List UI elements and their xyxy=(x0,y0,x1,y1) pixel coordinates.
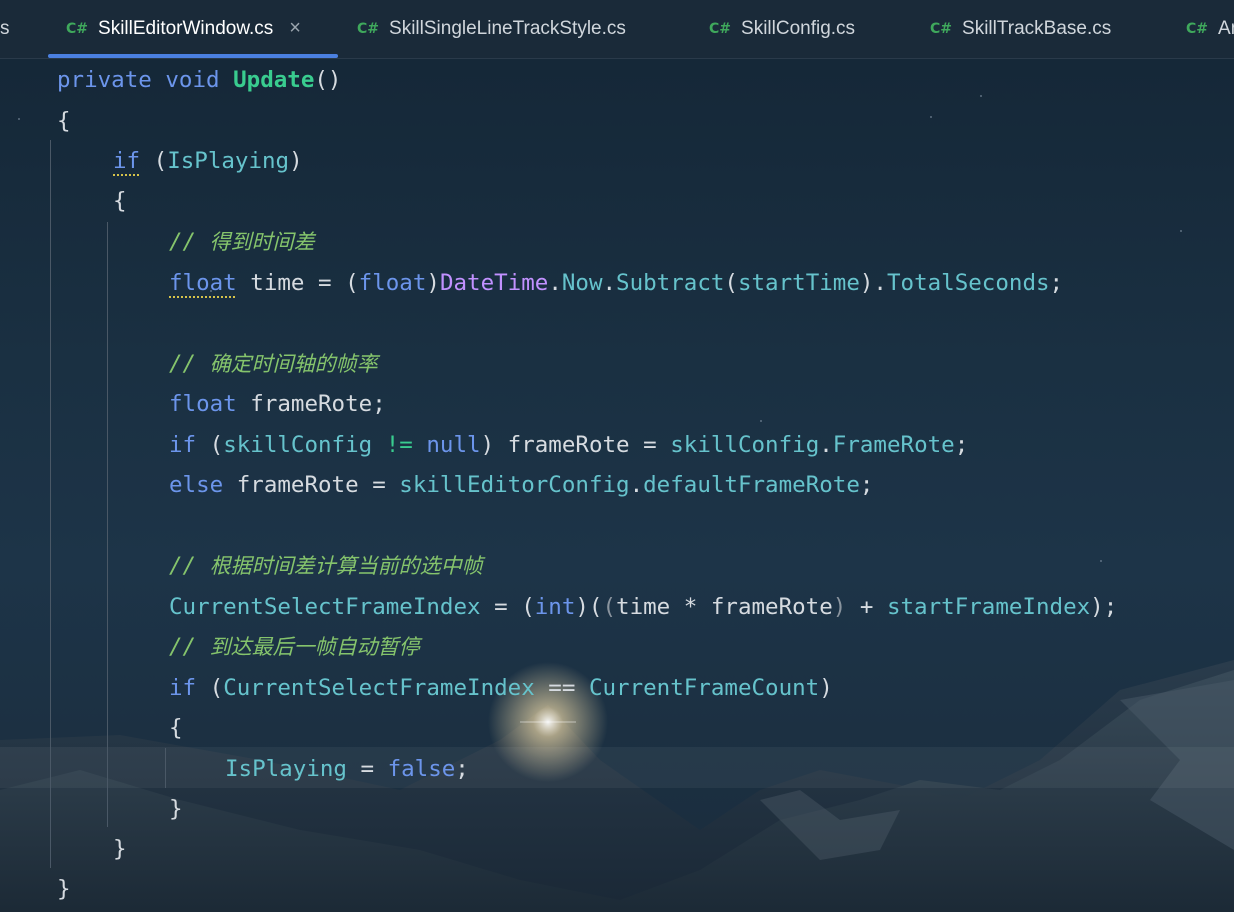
code-line-1: private void Update() xyxy=(57,67,342,93)
code-line-21: } xyxy=(57,876,71,902)
indent-guide xyxy=(50,140,51,868)
tab-partial-left[interactable]: s xyxy=(0,0,10,57)
code-line-3: if (IsPlaying) xyxy=(113,148,303,174)
code-line-15-comment: // 到达最后一帧自动暂停 xyxy=(169,634,420,660)
close-icon[interactable]: × xyxy=(289,17,301,40)
code-line-8-comment: // 确定时间轴的帧率 xyxy=(169,351,378,377)
code-line-6: float time = (float)DateTime.Now.Subtrac… xyxy=(169,270,1064,296)
csharp-file-icon: C# xyxy=(930,20,953,37)
indent-guide xyxy=(165,748,166,788)
csharp-file-icon: C# xyxy=(709,20,732,37)
tab-skill-editor-window[interactable]: C# SkillEditorWindow.cs × xyxy=(66,0,301,57)
editor-tab-bar: s C# SkillEditorWindow.cs × C# SkillSing… xyxy=(0,0,1234,59)
code-line-13-comment: // 根据时间差计算当前的选中帧 xyxy=(169,553,483,579)
csharp-file-icon: C# xyxy=(66,20,89,37)
tab-label: SkillEditorWindow.cs xyxy=(98,17,274,39)
csharp-file-icon: C# xyxy=(1186,20,1209,37)
code-line-17: { xyxy=(169,715,183,741)
code-line-9: float frameRote; xyxy=(169,391,386,417)
code-line-10: if (skillConfig != null) frameRote = ski… xyxy=(169,432,969,458)
code-line-11: else frameRote = skillEditorConfig.defau… xyxy=(169,472,874,498)
tab-skill-track-base[interactable]: C# SkillTrackBase.cs xyxy=(930,0,1111,57)
tab-label: SkillTrackBase.cs xyxy=(962,17,1112,39)
code-line-14: CurrentSelectFrameIndex = (int)((time * … xyxy=(169,594,1118,620)
tab-label: An xyxy=(1218,17,1234,39)
tab-skill-config[interactable]: C# SkillConfig.cs xyxy=(709,0,855,57)
code-line-20: } xyxy=(113,836,127,862)
code-line-18: IsPlaying = false; xyxy=(225,756,469,782)
tab-truncated[interactable]: C# An xyxy=(1186,0,1234,57)
code-line-2: { xyxy=(57,108,71,134)
csharp-file-icon: C# xyxy=(357,20,380,37)
code-line-19: } xyxy=(169,796,183,822)
code-line-4: { xyxy=(113,188,127,214)
code-line-5-comment: // 得到时间差 xyxy=(169,229,315,255)
code-line-16: if (CurrentSelectFrameIndex == CurrentFr… xyxy=(169,675,833,701)
active-tab-indicator xyxy=(48,54,338,58)
indent-guide xyxy=(107,222,108,827)
tab-label: SkillConfig.cs xyxy=(741,17,856,39)
tab-label: SkillSingleLineTrackStyle.cs xyxy=(389,17,626,39)
tab-skill-single-line-track-style[interactable]: C# SkillSingleLineTrackStyle.cs xyxy=(357,0,626,57)
current-line-highlight xyxy=(0,747,1234,788)
